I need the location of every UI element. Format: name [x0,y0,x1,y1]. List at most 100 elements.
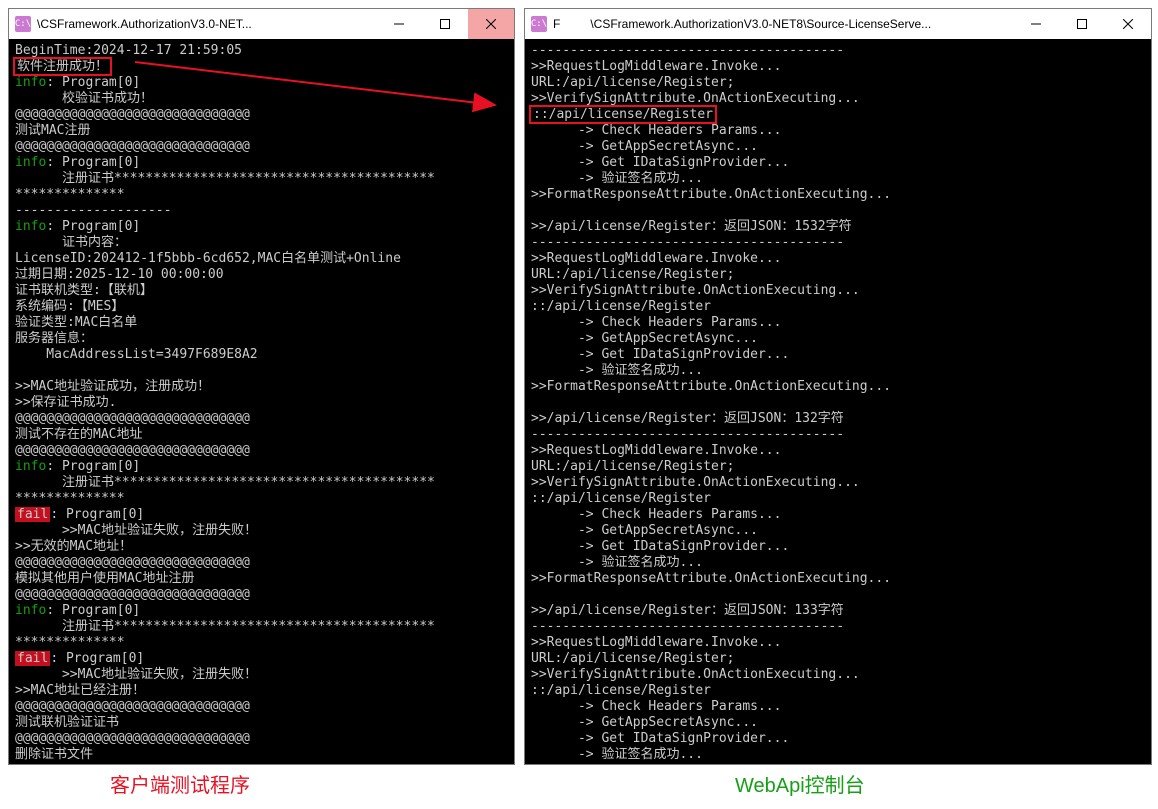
terminal-line: >>VerifySignAttribute.OnActionExecuting.… [531,283,1145,299]
caption-webapi: WebApi控制台 [735,776,865,796]
terminal-line: URL:/api/license/Register; [531,75,1145,91]
terminal-line: >>MAC地址已经注册！ [15,683,508,699]
terminal-line: >>FormatResponseAttribute.OnActionExecut… [531,571,1145,587]
terminal-line: -------------------- [15,203,508,219]
terminal-line: >>无效的MAC地址！ [15,539,508,555]
app-icon: C:\ [531,16,547,32]
terminal-line [15,363,508,379]
minimize-button[interactable] [376,9,422,39]
client-console-window: C:\ \CSFramework.AuthorizationV3.0-NET..… [8,8,515,765]
maximize-button[interactable] [422,9,468,39]
terminal-line: @@@@@@@@@@@@@@@@@@@@@@@@@@@@@@ [15,587,508,603]
terminal-line: -> GetAppSecretAsync... [531,331,1145,347]
terminal-line: >>/api/license/Register：返回JSON：133字符 [531,603,1145,619]
terminal-line: >>RequestLogMiddleware.Invoke... [531,635,1145,651]
terminal-line: -> Get IDataSignProvider... [531,155,1145,171]
terminal-line: -> Check Headers Params... [531,123,1145,139]
titlebar-right[interactable]: C:\ F \CSFramework.AuthorizationV3.0-NET… [525,9,1151,39]
terminal-line: ************** [15,491,508,507]
terminal-line: info: Program[0] [15,75,508,91]
terminal-line: @@@@@@@@@@@@@@@@@@@@@@@@@@@@@@ [15,411,508,427]
terminal-line: 测试MAC注册 [15,123,508,139]
terminal-line: -> Get IDataSignProvider... [531,347,1145,363]
terminal-line: info: Program[0] [15,459,508,475]
terminal-line: >>RequestLogMiddleware.Invoke... [531,443,1145,459]
titlebar-left[interactable]: C:\ \CSFramework.AuthorizationV3.0-NET..… [9,9,514,39]
terminal-line: -> 验证签名成功... [531,747,1145,763]
terminal-line: -> GetAppSecretAsync... [531,523,1145,539]
terminal-line: MacAddressList=3497F689E8A2 [15,347,508,363]
terminal-line: @@@@@@@@@@@@@@@@@@@@@@@@@@@@@@ [15,107,508,123]
terminal-line: ************** [15,635,508,651]
terminal-line: >>MAC地址验证失败，注册失败！ [15,667,508,683]
terminal-line: @@@@@@@@@@@@@@@@@@@@@@@@@@@@@@ [15,699,508,715]
terminal-line: 证书内容： [15,235,508,251]
terminal-line: 校验证书成功！ [15,91,508,107]
terminal-line: -> 验证签名成功... [531,363,1145,379]
terminal-line: 注册证书************************************… [15,619,508,635]
terminal-line: -> Check Headers Params... [531,507,1145,523]
terminal-line: ::/api/license/Register [531,299,1145,315]
terminal-line: >>RequestLogMiddleware.Invoke... [531,251,1145,267]
terminal-line: -> Get IDataSignProvider... [531,539,1145,555]
terminal-line: 测试不存在的MAC地址 [15,427,508,443]
terminal-line [531,203,1145,219]
terminal-line: 删除证书文件 [15,747,508,763]
terminal-line: 证书联机类型:【联机】 [15,283,508,299]
webapi-console-window: C:\ F \CSFramework.AuthorizationV3.0-NET… [524,8,1152,765]
terminal-line: >>/api/license/Register：返回JSON：1532字符 [531,219,1145,235]
terminal-line: -> GetAppSecretAsync... [531,139,1145,155]
maximize-button[interactable] [1059,9,1105,39]
terminal-line: info: Program[0] [15,155,508,171]
terminal-line: 服务器信息： [15,331,508,347]
terminal-line: -> Get IDataSignProvider... [531,731,1145,747]
terminal-line: >>VerifySignAttribute.OnActionExecuting.… [531,667,1145,683]
terminal-line: -> 验证签名成功... [531,555,1145,571]
terminal-line: >>MAC地址验证失败，注册失败！ [15,523,508,539]
terminal-right[interactable]: ----------------------------------------… [525,39,1151,764]
terminal-line: >>RequestLogMiddleware.Invoke... [531,59,1145,75]
terminal-line: >>MAC地址验证成功，注册成功！ [15,379,508,395]
terminal-line: >>/api/license/Register：返回JSON：132字符 [531,411,1145,427]
terminal-line [531,587,1145,603]
window-title-right: F \CSFramework.AuthorizationV3.0-NET8\So… [553,17,1013,31]
terminal-line: URL:/api/license/Register; [531,459,1145,475]
terminal-line: ---------------------------------------- [531,43,1145,59]
minimize-button[interactable] [1013,9,1059,39]
terminal-line: fail: Program[0] [15,651,508,667]
terminal-line: >>保存证书成功. [15,395,508,411]
terminal-line: ::/api/license/Register [531,491,1145,507]
terminal-line: 模拟其他用户使用MAC地址注册 [15,571,508,587]
terminal-line: ---------------------------------------- [531,427,1145,443]
terminal-line: ************** [15,187,508,203]
terminal-line [531,395,1145,411]
terminal-line: ::/api/license/Register [531,107,1145,123]
terminal-line: -> Check Headers Params... [531,699,1145,715]
terminal-left[interactable]: BeginTime:2024-12-17 21:59:05软件注册成功！info… [9,39,514,764]
terminal-line: URL:/api/license/Register; [531,651,1145,667]
terminal-line: @@@@@@@@@@@@@@@@@@@@@@@@@@@@@@ [15,443,508,459]
terminal-line: 过期日期:2025-12-10 00:00:00 [15,267,508,283]
app-icon: C:\ [15,16,31,32]
terminal-line: 注册证书************************************… [15,475,508,491]
terminal-line: 验证类型:MAC白名单 [15,315,508,331]
terminal-line: @@@@@@@@@@@@@@@@@@@@@@@@@@@@@@ [15,139,508,155]
close-button[interactable] [468,9,514,39]
terminal-line: ---------------------------------------- [531,235,1145,251]
terminal-line: info: Program[0] [15,603,508,619]
terminal-line: ---------------------------------------- [531,619,1145,635]
window-title-left: \CSFramework.AuthorizationV3.0-NET... [37,17,376,31]
terminal-line: URL:/api/license/Register; [531,267,1145,283]
terminal-line: @@@@@@@@@@@@@@@@@@@@@@@@@@@@@@ [15,731,508,747]
terminal-line: LicenseID:202412-1f5bbb-6cd652,MAC白名单测试+… [15,251,508,267]
terminal-line: 软件注册成功！ [15,59,508,75]
terminal-line: >>VerifySignAttribute.OnActionExecuting.… [531,475,1145,491]
terminal-line: fail: Program[0] [15,507,508,523]
terminal-line: >>FormatResponseAttribute.OnActionExecut… [531,187,1145,203]
terminal-line: ::/api/license/Register [531,683,1145,699]
terminal-line: -> Check Headers Params... [531,315,1145,331]
close-button[interactable] [1105,9,1151,39]
terminal-line: info: Program[0] [15,219,508,235]
terminal-line: 测试联机验证证书 [15,715,508,731]
caption-client: 客户端测试程序 [110,776,250,796]
